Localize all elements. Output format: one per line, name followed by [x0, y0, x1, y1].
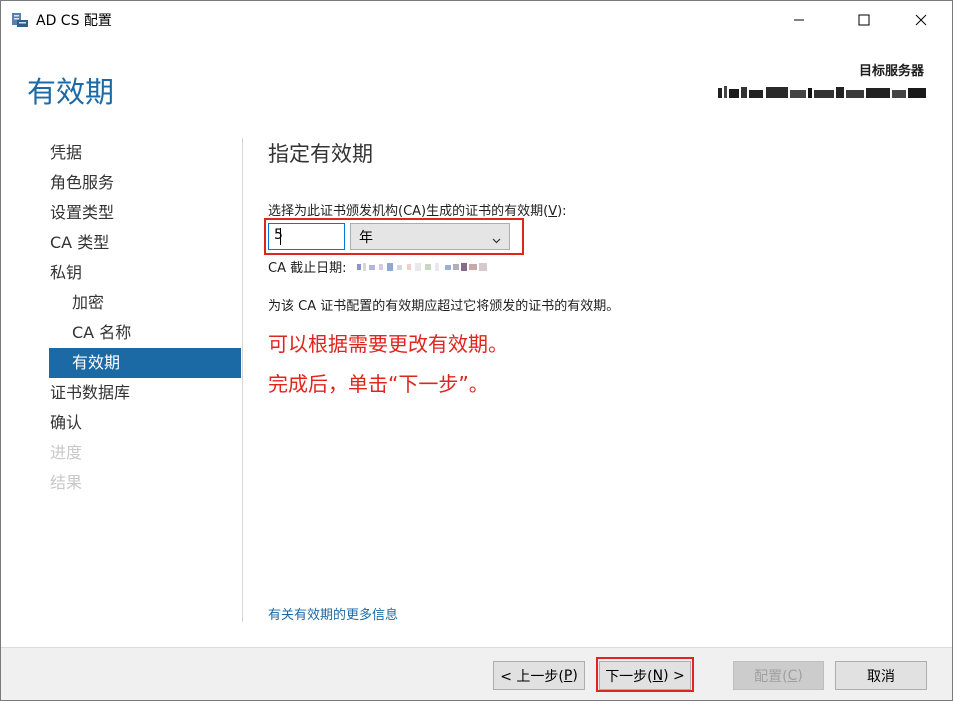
next-button-prefix: 下一步( — [605, 668, 653, 685]
ca-expiry-row: CA 截止日期: — [268, 257, 487, 277]
section-title: 指定有效期 — [268, 142, 373, 166]
annotation-line-1: 可以根据需要更改有效期。 — [268, 332, 508, 356]
validity-period-label-prefix: 选择为此证书颁发机构(CA)生成的证书的有效期( — [268, 204, 549, 219]
nav-item-4[interactable]: 私钥 — [49, 258, 241, 288]
page-title: 有效期 — [27, 75, 115, 109]
back-button-suffix: ) — [572, 667, 578, 684]
validity-description: 为该 CA 证书配置的有效期应超过它将颁发的证书的有效期。 — [268, 299, 620, 314]
validity-period-label-key: V — [548, 204, 558, 219]
ca-expiry-label: CA 截止日期: — [268, 261, 347, 276]
nav-item-6[interactable]: CA 名称 — [49, 318, 241, 348]
wizard-footer: < 上一步(P) 下一步(N) > 配置(C) 取消 — [1, 647, 952, 700]
nav-item-5[interactable]: 加密 — [49, 288, 241, 318]
chevron-down-icon — [492, 232, 501, 248]
minimize-icon — [793, 14, 805, 26]
ad-cs-config-window: AD CS 配置 有效期 目标服务器 凭据 角色服务 设置类型 CA 类型 私钥… — [0, 0, 953, 701]
next-button-suffix: ) > — [663, 667, 685, 684]
maximize-button[interactable] — [841, 1, 887, 39]
nav-item-7[interactable]: 有效期 — [49, 348, 241, 378]
validity-period-label-suffix: ): — [557, 204, 567, 219]
validity-unit-dropdown[interactable]: 年 — [350, 223, 510, 250]
nav-item-2[interactable]: 设置类型 — [49, 198, 241, 228]
nav-item-9[interactable]: 确认 — [49, 408, 241, 438]
maximize-icon — [858, 14, 870, 26]
nav-item-8[interactable]: 证书数据库 — [49, 378, 241, 408]
text-caret — [280, 228, 281, 245]
annotation-line-2: 完成后，单击“下一步”。 — [268, 372, 489, 396]
more-info-link[interactable]: 有关有效期的更多信息 — [268, 604, 398, 623]
nav-item-1[interactable]: 角色服务 — [49, 168, 241, 198]
back-button[interactable]: < 上一步(P) — [493, 661, 585, 690]
nav-item-10: 进度 — [50, 443, 83, 462]
back-button-prefix: < 上一步( — [500, 668, 564, 685]
next-button[interactable]: 下一步(N) > — [599, 661, 691, 690]
window-title: AD CS 配置 — [36, 13, 112, 29]
validity-unit-value: 年 — [359, 230, 373, 246]
back-button-key: P — [563, 667, 573, 684]
title-bar: AD CS 配置 — [1, 1, 952, 39]
target-server-name-redacted — [718, 85, 926, 101]
nav-item-11: 结果 — [50, 473, 83, 492]
configure-button[interactable]: 配置(C) — [733, 661, 824, 690]
cancel-button[interactable]: 取消 — [835, 661, 927, 690]
nav-item-0[interactable]: 凭据 — [49, 138, 241, 168]
close-icon — [915, 14, 927, 26]
validity-period-label: 选择为此证书颁发机构(CA)生成的证书的有效期(V): — [268, 200, 567, 219]
minimize-button[interactable] — [776, 1, 822, 39]
configure-button-prefix: 配置( — [754, 668, 788, 685]
nav-item-3[interactable]: CA 类型 — [49, 228, 241, 258]
nav-divider — [242, 138, 243, 622]
target-server-label: 目标服务器 — [858, 64, 924, 79]
ca-expiry-date-redacted — [356, 261, 487, 277]
wizard-nav: 凭据 角色服务 设置类型 CA 类型 私钥 加密 CA 名称 有效期 证书数据库 确认进度结果 — [49, 138, 241, 498]
close-button[interactable] — [898, 1, 944, 39]
page-header: 有效期 目标服务器 — [1, 39, 952, 131]
content-panel: 指定有效期 选择为此证书颁发机构(CA)生成的证书的有效期(V): 5 年 CA… — [264, 138, 928, 623]
server-manager-icon — [11, 11, 29, 29]
configure-button-suffix: ) — [797, 667, 803, 684]
next-button-key: N — [652, 667, 664, 684]
configure-button-key: C — [787, 667, 798, 684]
